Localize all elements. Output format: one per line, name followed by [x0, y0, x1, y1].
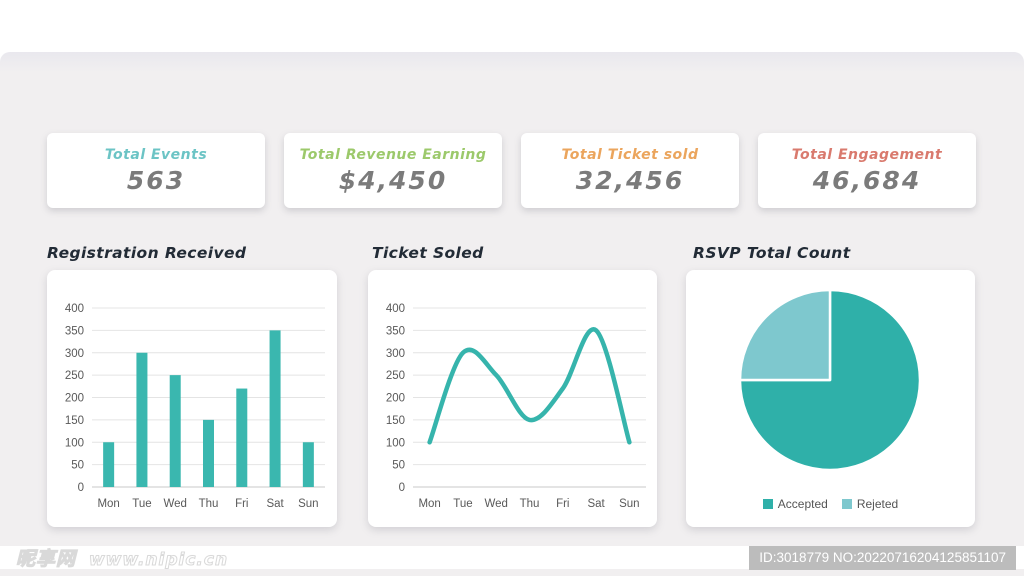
- svg-text:250: 250: [386, 370, 405, 382]
- svg-text:Sat: Sat: [266, 498, 284, 510]
- svg-text:200: 200: [65, 393, 84, 405]
- stat-value: $4,450: [338, 166, 448, 195]
- site-url: www.nipic.cn: [88, 550, 229, 571]
- svg-text:400: 400: [65, 303, 84, 315]
- stat-value: 46,684: [812, 166, 922, 195]
- svg-text:100: 100: [65, 437, 84, 449]
- stat-card-total-events: Total Events 563: [47, 133, 265, 208]
- svg-text:50: 50: [392, 460, 405, 472]
- svg-text:Thu: Thu: [520, 498, 540, 510]
- watermark-text: 昵享网 www.nipic.cn: [15, 544, 229, 571]
- svg-text:400: 400: [386, 303, 405, 315]
- svg-text:Sun: Sun: [619, 498, 639, 510]
- tickets-line-chart: 0 50 100 150 200 250 300 350 400 Mon Tue Wed Thu Fri S…: [386, 303, 646, 510]
- stat-card-total-engagement: Total Engagement 46,684: [758, 133, 976, 208]
- svg-text:Wed: Wed: [484, 498, 507, 510]
- svg-text:350: 350: [386, 325, 405, 337]
- stat-label: Total Revenue Earning: [299, 147, 487, 163]
- svg-text:0: 0: [399, 482, 405, 494]
- svg-text:Mon: Mon: [418, 498, 440, 510]
- svg-text:0: 0: [78, 482, 84, 494]
- legend-item-rejected[interactable]: Rejeted: [841, 497, 899, 511]
- line-chart-card: 0 50 100 150 200 250 300 350 400 Mon Tue Wed Thu Fri S…: [368, 270, 657, 527]
- stat-label: Total Events: [104, 147, 208, 163]
- accepted-swatch-icon: [762, 499, 773, 509]
- svg-text:100: 100: [386, 437, 405, 449]
- svg-text:Sun: Sun: [298, 498, 318, 510]
- svg-text:Thu: Thu: [199, 498, 219, 510]
- dashboard-screen: Total Events 563 Total Revenue Earning $…: [0, 0, 1024, 576]
- svg-text:350: 350: [65, 325, 84, 337]
- svg-text:150: 150: [65, 415, 84, 427]
- rsvp-pie-chart: [738, 288, 922, 472]
- svg-text:Sat: Sat: [587, 498, 605, 510]
- bar-chart-card: 0 50 100 150 200 250 300 350 400 Mon Tue Wed Thu Fri S…: [47, 270, 337, 527]
- watermark-bar: 昵享网 www.nipic.cn ID:3018779 NO:202207162…: [0, 544, 1024, 571]
- stat-value: 32,456: [575, 166, 685, 195]
- site-logo: 昵享网: [15, 548, 77, 571]
- image-id-badge: ID:3018779 NO:20220716204125851107: [749, 545, 1016, 570]
- chart-title-tickets: Ticket Soled: [372, 244, 484, 262]
- pie-chart-card: Accepted Rejeted: [686, 270, 975, 527]
- svg-text:50: 50: [71, 460, 84, 472]
- stat-card-total-tickets: Total Ticket sold 32,456: [521, 133, 739, 208]
- svg-text:250: 250: [65, 370, 84, 382]
- svg-text:300: 300: [65, 348, 84, 360]
- chart-title-registration: Registration Received: [47, 244, 247, 262]
- stat-card-total-revenue: Total Revenue Earning $4,450: [284, 133, 502, 208]
- svg-text:Fri: Fri: [556, 498, 569, 510]
- legend-item-accepted[interactable]: Accepted: [762, 497, 828, 511]
- svg-text:Tue: Tue: [132, 498, 151, 510]
- legend-label: Rejeted: [856, 497, 899, 511]
- pie-legend: Accepted Rejeted: [686, 497, 975, 511]
- chart-title-rsvp: RSVP Total Count: [693, 244, 851, 262]
- stat-value: 563: [126, 166, 186, 195]
- svg-text:Wed: Wed: [163, 498, 186, 510]
- svg-text:Mon: Mon: [97, 498, 119, 510]
- svg-text:300: 300: [386, 348, 405, 360]
- svg-text:200: 200: [386, 393, 405, 405]
- svg-text:150: 150: [386, 415, 405, 427]
- registration-bar-chart: 0 50 100 150 200 250 300 350 400 Mon Tue Wed Thu Fri S…: [65, 303, 325, 510]
- rejected-swatch-icon: [841, 499, 852, 509]
- legend-label: Accepted: [777, 497, 828, 511]
- svg-text:Tue: Tue: [453, 498, 472, 510]
- stat-label: Total Engagement: [791, 147, 943, 163]
- svg-text:Fri: Fri: [235, 498, 248, 510]
- stat-label: Total Ticket sold: [561, 147, 699, 163]
